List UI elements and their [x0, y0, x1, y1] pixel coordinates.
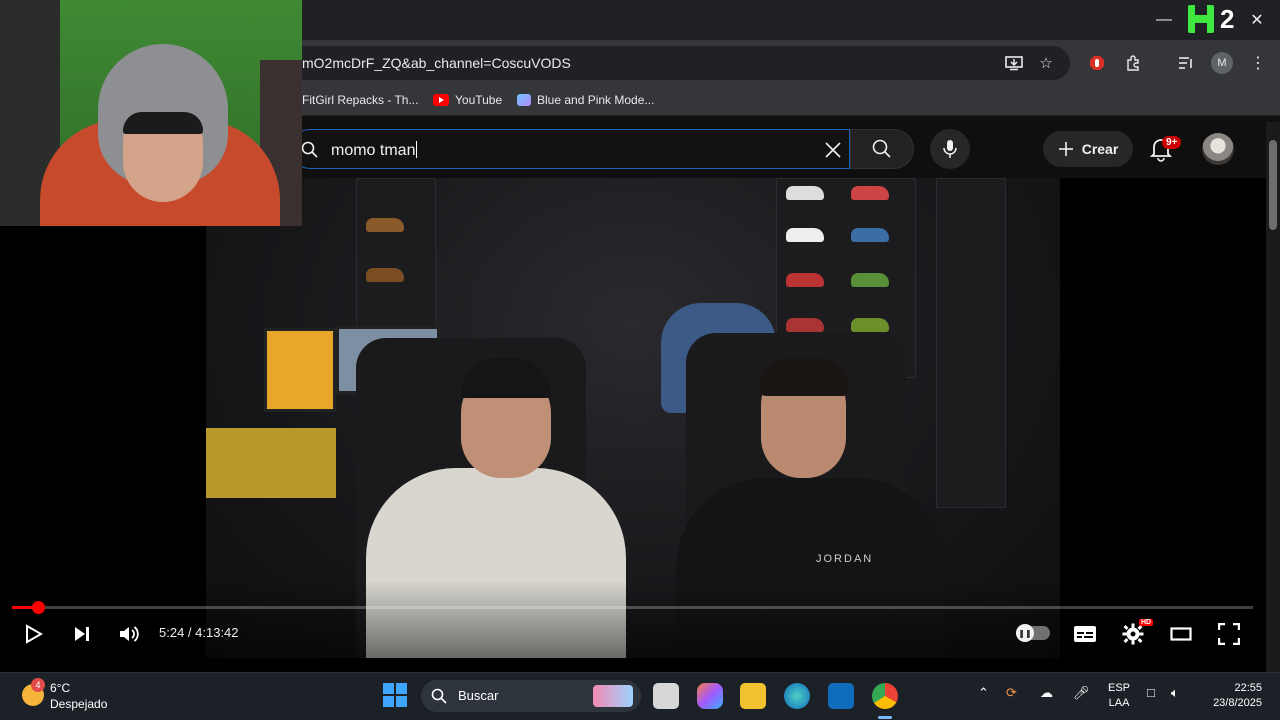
- search-icon: [301, 141, 318, 158]
- next-button[interactable]: [68, 620, 96, 648]
- sneaker: [851, 186, 889, 200]
- create-label: Crear: [1081, 141, 1119, 157]
- microphone-tray-icon[interactable]: 🎤︎: [1073, 685, 1090, 701]
- bookmark-blue-pink[interactable]: Blue and Pink Mode...: [517, 93, 654, 107]
- edge-browser-icon[interactable]: [784, 683, 810, 709]
- notifications-badge: 9+: [1162, 136, 1182, 149]
- bookmark-star-icon[interactable]: ☆: [1035, 52, 1057, 74]
- volume-icon: [120, 626, 139, 642]
- sneaker: [366, 268, 404, 282]
- desk-box: [206, 428, 336, 498]
- sneaker: [851, 318, 889, 332]
- search-icon: [431, 688, 447, 704]
- cloud-offline-icon[interactable]: ☁: [1040, 685, 1053, 701]
- time-display: 5:24 / 4:13:42: [159, 625, 239, 640]
- start-windows-icon[interactable]: [383, 683, 407, 707]
- copilot-icon[interactable]: [697, 683, 723, 709]
- screen: 2 — ✕ mO2mcDrF_ZQ&ab_channel=CoscuVODS ☆…: [0, 0, 1280, 720]
- play-icon: [26, 624, 43, 644]
- progress-bar[interactable]: [12, 606, 1253, 609]
- speaker-icon[interactable]: 🔈︎: [1171, 685, 1179, 701]
- browser-menu-icon[interactable]: ⋮: [1247, 52, 1269, 74]
- weather-badge: 4: [31, 678, 45, 692]
- bookmark-youtube[interactable]: YouTube: [433, 93, 502, 107]
- scrollbar-thumb[interactable]: [1269, 140, 1277, 230]
- jersey-text: JORDAN: [816, 553, 874, 565]
- gear-icon: [1122, 623, 1144, 645]
- clear-search-icon[interactable]: [824, 141, 842, 159]
- minimize-icon[interactable]: —: [1152, 8, 1176, 32]
- sneaker: [366, 218, 404, 232]
- show-hidden-icons-chevron-icon[interactable]: ⌃: [978, 685, 989, 701]
- profile-avatar-icon[interactable]: M: [1211, 52, 1233, 74]
- task-view-icon[interactable]: [653, 683, 679, 709]
- subtitles-icon: [1074, 626, 1096, 642]
- search-icon: [872, 139, 891, 158]
- close-window-icon[interactable]: ✕: [1245, 8, 1269, 32]
- account-avatar[interactable]: [1202, 133, 1234, 165]
- theater-icon: [1170, 627, 1192, 641]
- autoplay-pause-icon[interactable]: ❚❚: [1016, 624, 1034, 642]
- sneaker: [786, 273, 824, 287]
- extensions-puzzle-icon[interactable]: [1122, 52, 1144, 74]
- heart-icon: [517, 94, 531, 106]
- voice-search-button[interactable]: [930, 129, 970, 169]
- taskbar-search[interactable]: [421, 680, 641, 712]
- search-button[interactable]: [850, 129, 914, 169]
- fullscreen-button[interactable]: [1215, 620, 1243, 648]
- clock-time: 22:55: [1234, 682, 1262, 694]
- fullscreen-icon: [1218, 623, 1240, 645]
- system-clock[interactable]: 22:55 23/8/2025: [1204, 681, 1262, 711]
- active-app-indicator: [878, 716, 892, 719]
- address-bar-url[interactable]: mO2mcDrF_ZQ&ab_channel=CoscuVODS: [302, 55, 571, 71]
- plus-icon: [1058, 142, 1073, 156]
- sneaker: [786, 228, 824, 242]
- weather-temperature[interactable]: 6°C: [50, 681, 70, 695]
- weather-condition[interactable]: Despejado: [50, 697, 107, 711]
- skip-next-icon: [75, 627, 89, 641]
- overlay-app-logo-icon: [1188, 5, 1214, 33]
- webcam-overlay: [0, 0, 302, 226]
- overlay-counter: 2: [1220, 4, 1235, 34]
- person-right-hair: [759, 358, 849, 396]
- sneaker: [851, 273, 889, 287]
- search-query-text[interactable]: momo tman: [331, 141, 417, 160]
- bookmark-label: FitGirl Repacks - Th...: [302, 93, 419, 107]
- youtube-logo-icon: [433, 94, 449, 106]
- chrome-icon[interactable]: [872, 683, 898, 709]
- sneaker: [851, 228, 889, 242]
- sneaker: [786, 318, 824, 332]
- keyboard-layout: LAA: [1108, 697, 1130, 709]
- bookmark-label: Blue and Pink Mode...: [537, 93, 655, 107]
- microphone-icon: [943, 140, 957, 158]
- subtitles-button[interactable]: [1071, 620, 1099, 648]
- media-control-icon[interactable]: [1175, 52, 1197, 74]
- input-language[interactable]: ESP LAA: [1108, 681, 1130, 711]
- language-code: ESP: [1108, 682, 1131, 694]
- clock-date: 23/8/2025: [1213, 697, 1262, 709]
- adblock-extension-icon[interactable]: [1086, 52, 1108, 74]
- flamingo-search-highlight-icon: [593, 685, 633, 707]
- sync-icon[interactable]: ⟳: [1006, 685, 1017, 701]
- shoe-shelf: [356, 178, 436, 338]
- sneaker: [786, 186, 824, 200]
- volume-button[interactable]: [115, 620, 143, 648]
- theater-mode-button[interactable]: [1167, 620, 1195, 648]
- shoe-shelf: [936, 178, 1006, 508]
- hd-badge: HD: [1139, 619, 1154, 626]
- bookmark-label: YouTube: [455, 93, 503, 107]
- webcam-person-hair: [123, 112, 203, 134]
- outlook-icon[interactable]: [828, 683, 854, 709]
- monitor-left: [264, 328, 336, 412]
- create-button[interactable]: Crear: [1043, 131, 1133, 167]
- file-explorer-icon[interactable]: [740, 683, 766, 709]
- taskbar-search-label[interactable]: Buscar: [458, 688, 498, 703]
- play-button[interactable]: [20, 620, 48, 648]
- bookmark-fitgirl[interactable]: FitGirl Repacks - Th...: [302, 93, 418, 107]
- progress-scrubber[interactable]: [32, 601, 45, 614]
- network-icon[interactable]: □: [1147, 685, 1155, 700]
- install-app-icon[interactable]: [1003, 52, 1025, 74]
